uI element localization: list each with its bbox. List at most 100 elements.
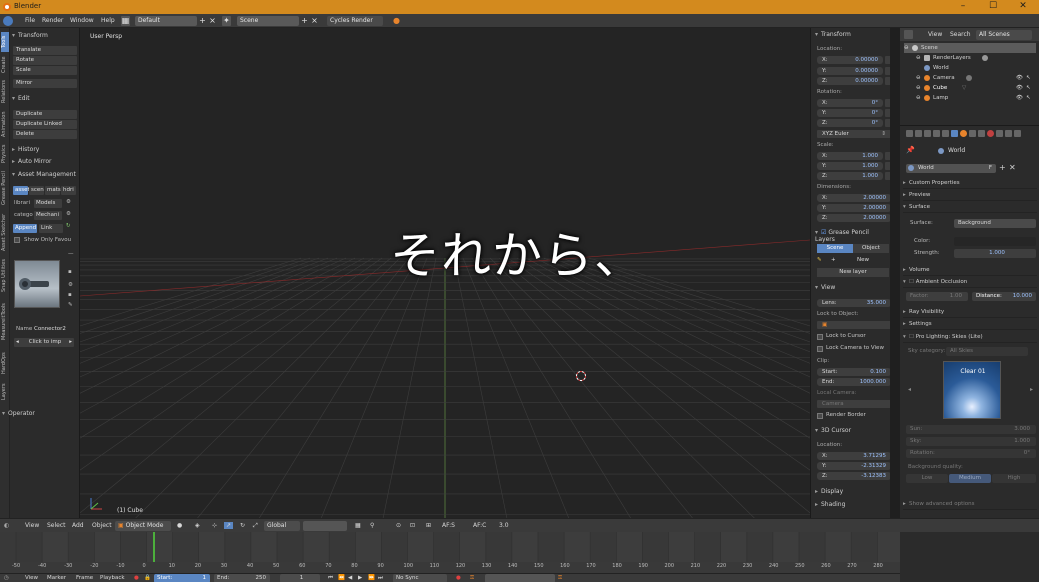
add-scene-button[interactable]: + [300, 16, 309, 26]
show-only-favourites-checkbox[interactable] [14, 237, 20, 243]
pro-lighting-panel-header[interactable]: ▾ ☐ Pro Lighting: Skies (Lite) [903, 332, 1037, 343]
particles-tab-icon[interactable] [1005, 130, 1012, 137]
cursor-x-field[interactable]: X: 3.71295 [817, 452, 891, 460]
layout-field[interactable]: Default [135, 16, 197, 26]
location-y-field[interactable]: Y: 0.00000 [817, 67, 883, 75]
keying-lock-icon[interactable]: 🔒 [144, 575, 151, 581]
menu-window[interactable]: Window [70, 17, 94, 24]
rotation-y-field[interactable]: Y: 0° [817, 109, 883, 117]
asset-mode-materials[interactable]: mats [45, 186, 61, 195]
outliner-row-cube[interactable]: ⊖ Cube ▽ 👁 ↖ [904, 83, 1036, 93]
menu-render[interactable]: Render [42, 17, 63, 24]
render-border-checkbox[interactable] [817, 413, 823, 419]
transform-panel-header[interactable]: ▾ Transform [12, 32, 78, 39]
append-button[interactable]: Append [13, 224, 37, 233]
scale-button[interactable]: Scale [13, 66, 77, 75]
outliner-menu-view[interactable]: View [928, 31, 942, 38]
scene-icon[interactable]: ✦ [222, 16, 231, 26]
mirror-button[interactable]: Mirror [13, 79, 77, 88]
background-color-swatch[interactable] [954, 237, 1036, 246]
lock-to-cursor-checkbox[interactable] [817, 334, 823, 340]
snap-target-icon[interactable]: ⊞ [426, 522, 431, 529]
sky-preview-thumbnail[interactable]: Clear 01 [943, 361, 1001, 419]
record-icon[interactable]: ● [134, 575, 139, 581]
file-icon[interactable]: ▪ [68, 269, 72, 275]
sync-mode-select[interactable]: No Sync [393, 574, 447, 582]
wrench-icon[interactable]: ✎ [68, 302, 73, 308]
ray-visibility-panel-header[interactable]: ▸ Ray Visibility [903, 307, 1037, 318]
translate-button[interactable]: Translate [13, 46, 77, 55]
tab-physics[interactable]: Physics [1, 142, 9, 166]
object-tab-icon[interactable] [942, 130, 949, 137]
interaction-mode-select[interactable]: ▣ Object Mode [115, 521, 171, 531]
pivot-point-icon[interactable]: ◈ [195, 522, 200, 529]
location-z-field[interactable]: Z: 0.00000 [817, 77, 883, 85]
auto-mirror-panel-header[interactable]: ▸ Auto Mirror [12, 158, 78, 165]
library-settings-icon[interactable]: ⚙ [66, 199, 71, 205]
modifiers-tab-icon[interactable] [969, 130, 976, 137]
menu-add[interactable]: Add [72, 522, 84, 529]
jump-end-icon[interactable]: ⏭ [378, 575, 383, 582]
timeline-menu-playback[interactable]: Playback [100, 575, 125, 581]
n-transform-header[interactable]: ▾ Transform [815, 31, 851, 38]
volume-panel-header[interactable]: ▸ Volume [903, 265, 1037, 276]
viewport-editor-icon[interactable]: ◐ [4, 522, 9, 529]
dimension-x-field[interactable]: X: 2.00000 [817, 194, 891, 202]
minimize-button[interactable]: – [948, 0, 978, 14]
next-keyframe-icon[interactable]: ⏩ [368, 575, 375, 581]
view-panel-header[interactable]: ▾ View [815, 284, 835, 291]
sky-category-select[interactable]: All Skies [946, 347, 1028, 356]
layers-grid[interactable] [303, 521, 347, 531]
next-arrow-icon[interactable]: ▸ [69, 338, 72, 347]
click-to-import-button[interactable]: ◂ Click to imp ▸ [14, 338, 74, 347]
data-tab-icon[interactable] [978, 130, 985, 137]
dimension-z-field[interactable]: Z: 2.00000 [817, 214, 891, 222]
snap-icon[interactable]: ⚲ [370, 522, 374, 529]
scale-z-field[interactable]: Z: 1.000 [817, 172, 883, 180]
asset-management-panel-header[interactable]: ▾ Asset Management [12, 171, 78, 178]
surface-shader-select[interactable]: Background [954, 219, 1036, 228]
menu-view[interactable]: View [25, 522, 39, 529]
sun-strength-field[interactable]: Sun: 3.000 [906, 425, 1036, 434]
surface-panel-header[interactable]: ▾ Surface [903, 202, 1037, 213]
render-engine-select[interactable]: Cycles Render [327, 16, 383, 26]
asset-mode-hdri[interactable]: hdri [61, 186, 76, 195]
scale-x-field[interactable]: X: 1.000 [817, 152, 883, 160]
tab-create[interactable]: Create [1, 54, 9, 76]
tab-hardops[interactable]: HardOps [1, 348, 9, 378]
screen-layout-icon[interactable]: ▦ [121, 16, 130, 26]
new-world-button[interactable]: + [999, 163, 1006, 172]
timeline[interactable]: -50 -40 -30 -20 -10 0 10 20 30 40 50 60 70 80 90 100 110… [0, 532, 900, 573]
refresh-icon[interactable]: ↻ [66, 223, 71, 229]
timeline-menu-marker[interactable]: Marker [47, 575, 66, 581]
new-layer-button[interactable]: New layer [817, 268, 889, 277]
scene-tab-icon[interactable] [924, 130, 931, 137]
settings-panel-header[interactable]: ▸ Settings [903, 319, 1037, 330]
strength-field[interactable]: 1.000 [954, 249, 1036, 258]
sky-rotation-field[interactable]: Rotation: 0° [906, 449, 1036, 458]
unlink-world-button[interactable]: ✕ [1009, 163, 1016, 172]
scale-manipulator-icon[interactable]: ⤢ [253, 522, 258, 530]
play-icon[interactable]: ▶ [358, 575, 362, 581]
tab-animation[interactable]: Animation [1, 108, 9, 140]
scene-field[interactable]: Scene [237, 16, 299, 26]
location-x-field[interactable]: X: 0.00000 [817, 56, 883, 64]
ambient-occlusion-panel-header[interactable]: ▾ ☐ Ambient Occlusion [903, 277, 1037, 288]
cursor-z-field[interactable]: Z: -3.12383 [817, 472, 891, 480]
rotation-x-field[interactable]: X: 0° [817, 99, 883, 107]
timeline-menu-view[interactable]: View [25, 575, 38, 581]
preview-panel-header[interactable]: ▸ Preview [903, 190, 1037, 201]
physics-tab-icon[interactable] [1014, 130, 1021, 137]
timeline-editor-icon[interactable]: ◷ [4, 575, 9, 581]
viewport-shading-icon[interactable]: ● [177, 522, 182, 529]
3d-cursor-header[interactable]: ▾ 3D Cursor [815, 427, 851, 434]
quality-high-button[interactable]: High [992, 474, 1036, 483]
grease-scene-button[interactable]: Scene [817, 244, 853, 253]
texture-tab-icon[interactable] [996, 130, 1003, 137]
add-layout-button[interactable]: + [198, 16, 207, 26]
world-datablock-field[interactable]: World F [906, 164, 996, 173]
translate-manipulator-icon[interactable]: ↗ [224, 522, 234, 529]
menu-help[interactable]: Help [101, 17, 115, 24]
start-frame-field[interactable]: Start: 1 [154, 574, 210, 582]
show-advanced-options-row[interactable]: ▸ Show advanced options [903, 499, 1037, 510]
